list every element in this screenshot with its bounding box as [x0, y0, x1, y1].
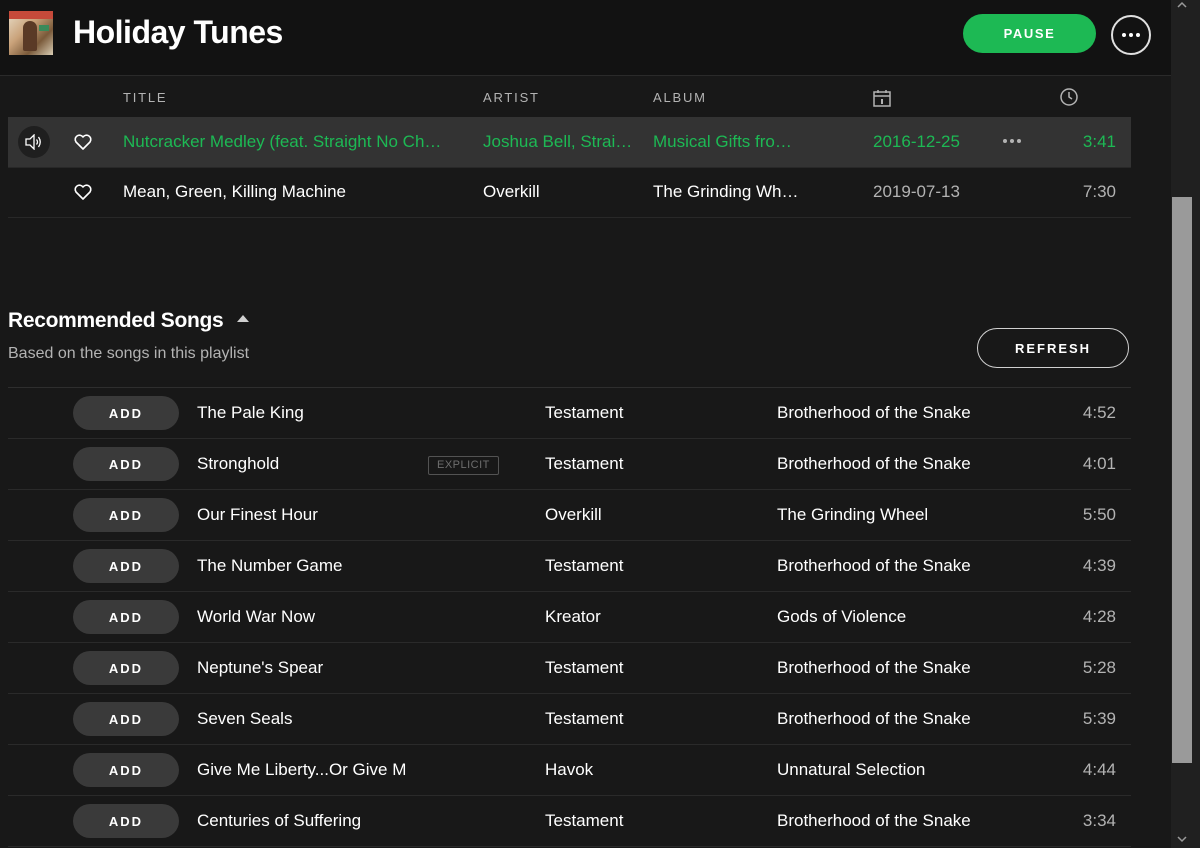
song-title[interactable]: World War Now [197, 592, 417, 642]
song-artist[interactable]: Testament [545, 541, 745, 591]
add-button[interactable]: ADD [73, 549, 179, 583]
song-album[interactable]: Brotherhood of the Snake [777, 694, 1017, 744]
song-album[interactable]: Brotherhood of the Snake [777, 388, 1017, 438]
heart-icon[interactable] [73, 132, 93, 152]
song-title[interactable]: The Pale King [197, 388, 417, 438]
recommended-row[interactable]: ADD World War Now Kreator Gods of Violen… [8, 592, 1131, 643]
song-title[interactable]: Neptune's Spear [197, 643, 417, 693]
track-album[interactable]: The Grinding Wh… [653, 167, 813, 217]
scrollbar-thumb[interactable] [1172, 197, 1192, 763]
track-row[interactable]: Mean, Green, Killing Machine Overkill Th… [8, 167, 1131, 218]
recommended-row[interactable]: ADD Centuries of Suffering Testament Bro… [8, 796, 1131, 847]
song-duration: 4:28 [1082, 607, 1116, 626]
add-button[interactable]: ADD [73, 600, 179, 634]
calendar-icon[interactable] [872, 88, 892, 108]
add-button[interactable]: ADD [73, 498, 179, 532]
track-more-icon[interactable] [1003, 139, 1021, 143]
song-artist[interactable]: Testament [545, 388, 745, 438]
speaker-icon[interactable] [18, 126, 50, 158]
song-artist[interactable]: Kreator [545, 592, 745, 642]
playlist-title: Holiday Tunes [73, 14, 283, 50]
playlist-cover-image [9, 11, 53, 55]
add-button[interactable]: ADD [73, 702, 179, 736]
recommended-row[interactable]: ADD The Number Game Testament Brotherhoo… [8, 541, 1131, 592]
song-album[interactable]: Gods of Violence [777, 592, 1017, 642]
song-title[interactable]: Stronghold [197, 439, 417, 489]
track-duration: 3:41 [1082, 132, 1116, 151]
track-duration: 7:30 [1082, 182, 1116, 201]
song-artist[interactable]: Testament [545, 643, 745, 693]
recommended-row[interactable]: ADD Give Me Liberty...Or Give M Havok Un… [8, 745, 1131, 796]
explicit-badge: EXPLICIT [428, 456, 499, 475]
song-artist[interactable]: Overkill [545, 490, 745, 540]
add-button[interactable]: ADD [73, 804, 179, 838]
track-date-added: 2019-07-13 [873, 182, 960, 201]
track-date-added: 2016-12-25 [873, 132, 960, 151]
song-duration: 5:50 [1082, 505, 1116, 524]
track-artist[interactable]: Joshua Bell, Strai… [483, 117, 643, 167]
song-album[interactable]: Brotherhood of the Snake [777, 541, 1017, 591]
scroll-up-icon[interactable] [1177, 0, 1187, 10]
song-artist[interactable]: Testament [545, 694, 745, 744]
add-button[interactable]: ADD [73, 753, 179, 787]
refresh-button[interactable]: REFRESH [977, 328, 1129, 368]
track-title[interactable]: Mean, Green, Killing Machine [123, 167, 473, 217]
song-duration: 4:39 [1082, 556, 1116, 575]
recommended-subtitle: Based on the songs in this playlist [8, 345, 250, 362]
recommended-title: Recommended Songs [8, 309, 224, 332]
song-artist[interactable]: Havok [545, 745, 745, 795]
column-header-album[interactable]: ALBUM [653, 90, 707, 105]
clock-icon[interactable] [1059, 87, 1079, 107]
add-button[interactable]: ADD [73, 447, 179, 481]
song-artist[interactable]: Testament [545, 796, 745, 846]
recommended-row[interactable]: ADD Neptune's Spear Testament Brotherhoo… [8, 643, 1131, 694]
song-artist[interactable]: Testament [545, 439, 745, 489]
add-button[interactable]: ADD [73, 396, 179, 430]
song-album[interactable]: Brotherhood of the Snake [777, 796, 1017, 846]
song-title[interactable]: Seven Seals [197, 694, 417, 744]
scroll-down-icon[interactable] [1177, 834, 1187, 844]
song-duration: 3:34 [1082, 811, 1116, 830]
column-header-title[interactable]: TITLE [123, 90, 167, 105]
recommended-row[interactable]: ADD Our Finest Hour Overkill The Grindin… [8, 490, 1131, 541]
song-duration: 5:28 [1082, 658, 1116, 677]
track-album[interactable]: Musical Gifts fro… [653, 117, 813, 167]
heart-icon[interactable] [73, 182, 93, 202]
more-options-button[interactable] [1111, 15, 1151, 55]
song-duration: 4:44 [1082, 760, 1116, 779]
song-album[interactable]: Brotherhood of the Snake [777, 643, 1017, 693]
song-title[interactable]: Centuries of Suffering [197, 796, 417, 846]
song-album[interactable]: Brotherhood of the Snake [777, 439, 1017, 489]
song-duration: 4:52 [1082, 403, 1116, 422]
song-album[interactable]: Unnatural Selection [777, 745, 1017, 795]
track-artist[interactable]: Overkill [483, 167, 643, 217]
pause-button[interactable]: PAUSE [963, 14, 1096, 53]
recommended-row[interactable]: ADD The Pale King Testament Brotherhood … [8, 388, 1131, 439]
song-duration: 5:39 [1082, 709, 1116, 728]
recommended-row[interactable]: ADD Stronghold EXPLICIT Testament Brothe… [8, 439, 1131, 490]
song-title[interactable]: The Number Game [197, 541, 417, 591]
track-title[interactable]: Nutcracker Medley (feat. Straight No Ch… [123, 117, 473, 167]
song-duration: 4:01 [1082, 454, 1116, 473]
caret-up-icon[interactable] [237, 315, 249, 322]
song-album[interactable]: The Grinding Wheel [777, 490, 1017, 540]
track-row[interactable]: Nutcracker Medley (feat. Straight No Ch…… [8, 117, 1131, 168]
song-title[interactable]: Give Me Liberty...Or Give M [197, 745, 417, 795]
song-title[interactable]: Our Finest Hour [197, 490, 417, 540]
add-button[interactable]: ADD [73, 651, 179, 685]
recommended-row[interactable]: ADD Seven Seals Testament Brotherhood of… [8, 694, 1131, 745]
playlist-header: Holiday Tunes PAUSE [0, 0, 1171, 76]
column-header-artist[interactable]: ARTIST [483, 90, 540, 105]
